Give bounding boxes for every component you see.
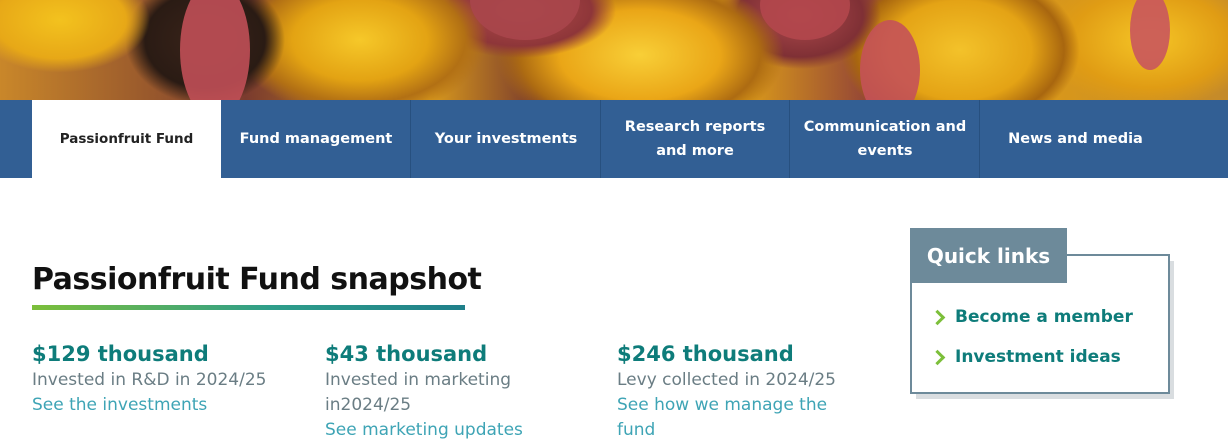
nav-item-label: News and media bbox=[1008, 131, 1143, 147]
become-member-link[interactable]: Become a member bbox=[929, 304, 1133, 330]
nav-item-communication-events[interactable]: Communication and events bbox=[791, 100, 980, 178]
nav-item-passionfruit-fund[interactable]: Passionfruit Fund bbox=[32, 100, 221, 178]
stat-value: $43 thousand bbox=[325, 342, 488, 366]
stat-rd-investment: $129 thousand Invested in R&D in 2024/25… bbox=[32, 340, 272, 418]
chevron-right-icon bbox=[929, 349, 946, 365]
see-fund-management-link[interactable]: See how we manage the fund bbox=[617, 393, 857, 443]
hero-image bbox=[0, 0, 1228, 100]
stat-value: $246 thousand bbox=[617, 342, 794, 366]
stat-description: Invested in R&D in 2024/25 bbox=[32, 370, 267, 390]
main-nav: Passionfruit Fund Fund management Your i… bbox=[0, 100, 1228, 178]
nav-item-fund-management[interactable]: Fund management bbox=[222, 100, 411, 178]
nav-item-label: Your investments bbox=[434, 131, 578, 147]
page-title: Passionfruit Fund snapshot bbox=[32, 262, 482, 297]
stat-marketing-investment: $43 thousand Invested in marketing in202… bbox=[325, 340, 540, 443]
nav-item-label: Fund management bbox=[239, 131, 393, 147]
stat-value: $129 thousand bbox=[32, 342, 209, 366]
nav-item-your-investments[interactable]: Your investments bbox=[412, 100, 601, 178]
nav-item-research-reports[interactable]: Research reports and more bbox=[601, 100, 790, 178]
quick-link-label: Investment ideas bbox=[955, 347, 1121, 367]
nav-item-label: Research reports and more bbox=[624, 119, 766, 159]
investment-ideas-link[interactable]: Investment ideas bbox=[929, 344, 1121, 370]
stat-description: Levy collected in 2024/25 bbox=[617, 370, 836, 390]
chevron-right-icon bbox=[929, 309, 946, 325]
nav-item-news-media[interactable]: News and media bbox=[981, 100, 1170, 178]
see-marketing-updates-link[interactable]: See marketing updates bbox=[325, 418, 540, 443]
title-underline bbox=[32, 305, 465, 310]
stat-levy-collected: $246 thousand Levy collected in 2024/25 … bbox=[617, 340, 857, 443]
quick-link-label: Become a member bbox=[955, 307, 1133, 327]
nav-item-label: Communication and events bbox=[803, 119, 967, 159]
stat-description: Invested in marketing in2024/25 bbox=[325, 370, 512, 415]
quick-links-title: Quick links bbox=[910, 228, 1067, 283]
see-investments-link[interactable]: See the investments bbox=[32, 393, 272, 418]
nav-item-label: Passionfruit Fund bbox=[59, 131, 194, 147]
